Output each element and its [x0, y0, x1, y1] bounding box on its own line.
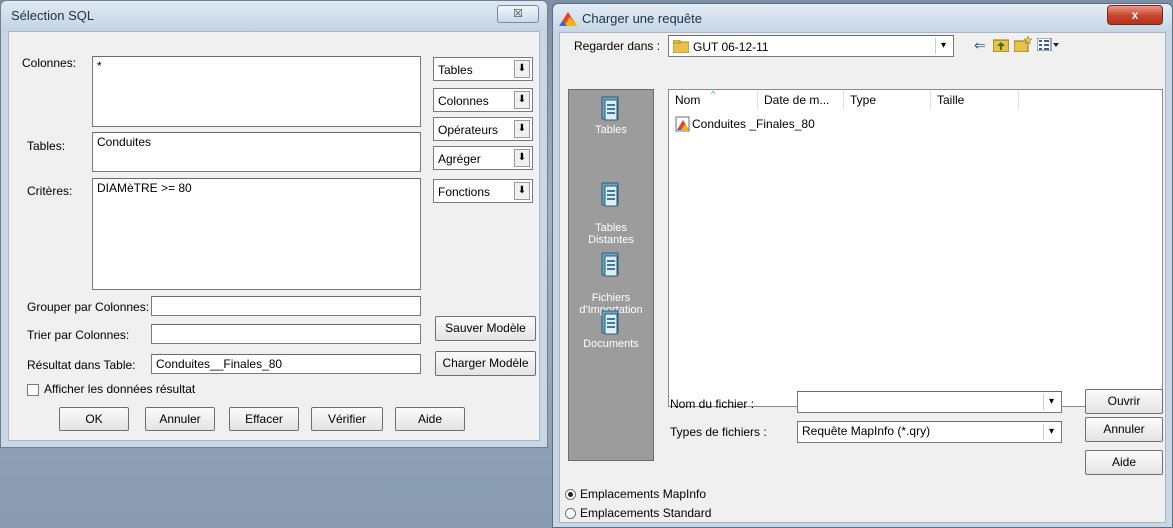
sql-window-client: Colonnes: * Tables: Conduites Critères: …	[8, 31, 540, 441]
filetype-value: Requête MapInfo (*.qry)	[802, 424, 931, 438]
sql-window-titlebar[interactable]: Sélection SQL ☒	[1, 1, 547, 31]
tables-field[interactable]: Conduites	[92, 132, 421, 172]
radio-emplacements-standard-label: Emplacements Standard	[580, 506, 712, 520]
place-documents-label: Documents	[583, 338, 639, 350]
load-window-title: Charger une requête	[582, 11, 702, 26]
cancel-button[interactable]: Annuler	[1085, 417, 1163, 442]
criteres-field[interactable]: DIAMèTRE >= 80	[92, 178, 421, 290]
chevron-down-icon[interactable]: ⬇	[514, 149, 530, 167]
help-button[interactable]: Aide	[395, 407, 465, 431]
up-folder-icon[interactable]	[993, 38, 1009, 52]
colonnes-label: Colonnes:	[22, 56, 77, 70]
fonctions-dropdown-text: Fonctions	[438, 185, 491, 199]
trier-field[interactable]	[151, 324, 421, 344]
back-arrow-icon[interactable]: ⇐	[974, 37, 986, 54]
colonnes-dropdown[interactable]: Colonnes ⬇	[433, 88, 533, 112]
ok-button[interactable]: OK	[59, 407, 129, 431]
tables-dropdown-text: Tables	[438, 63, 473, 77]
save-template-button[interactable]: Sauver Modèle	[435, 316, 536, 341]
file-name: Conduites _Finales_80	[692, 117, 815, 131]
agreger-dropdown[interactable]: Agréger ⬇	[433, 146, 533, 170]
fonctions-dropdown[interactable]: Fonctions ⬇	[433, 179, 533, 203]
chevron-down-icon[interactable]: ▾	[1043, 394, 1059, 410]
open-button[interactable]: Ouvrir	[1085, 389, 1163, 414]
trier-label: Trier par Colonnes:	[27, 328, 130, 342]
operateurs-dropdown[interactable]: Opérateurs ⬇	[433, 117, 533, 141]
query-file-icon	[675, 116, 690, 132]
tables-label: Tables:	[27, 139, 66, 153]
load-window-titlebar[interactable]: Charger une requête x	[553, 4, 1172, 32]
chevron-down-icon[interactable]: ⬇	[514, 60, 530, 78]
document-icon	[601, 310, 619, 335]
look-in-label: Regarder dans :	[574, 39, 661, 53]
file-list[interactable]: Nom ^ Date de m... Type Taille Conduites…	[668, 89, 1163, 407]
mapinfo-app-icon	[559, 12, 577, 26]
sql-window-title: Sélection SQL	[11, 8, 95, 23]
tables-dropdown[interactable]: Tables ⬇	[433, 57, 533, 81]
sort-ascending-icon: ^	[711, 89, 716, 99]
look-in-dropdown[interactable]: GUT 06-12-11 ▾	[668, 35, 954, 57]
column-header-type[interactable]: Type	[844, 90, 931, 110]
resultat-field[interactable]: Conduites__Finales_80	[151, 354, 421, 374]
filetype-label: Types de fichiers :	[670, 425, 767, 439]
grouper-field[interactable]	[151, 296, 421, 316]
radio-emplacements-mapinfo[interactable]	[565, 489, 576, 500]
place-tables[interactable]: Tables	[569, 96, 653, 136]
chevron-down-icon[interactable]: ⬇	[514, 120, 530, 138]
operateurs-dropdown-text: Opérateurs	[438, 123, 499, 137]
sql-selection-window: Sélection SQL ☒ Colonnes: * Tables: Cond…	[0, 0, 548, 448]
column-header-date[interactable]: Date de m...	[758, 90, 844, 110]
filename-label: Nom du fichier :	[670, 397, 755, 411]
sql-window-close-button[interactable]: ☒	[497, 5, 539, 23]
filename-input[interactable]: ▾	[797, 391, 1062, 413]
place-fichiers-importation[interactable]: Fichiers d'Importation	[569, 240, 653, 316]
view-menu-icon[interactable]	[1037, 38, 1059, 51]
load-window-client: Regarder dans : GUT 06-12-11 ▾ ⇐ Tables …	[559, 32, 1166, 523]
new-folder-icon[interactable]	[1014, 36, 1032, 52]
help-button[interactable]: Aide	[1085, 450, 1163, 475]
afficher-label: Afficher les données résultat	[44, 382, 196, 396]
column-header-size[interactable]: Taille	[931, 90, 1019, 110]
document-icon	[601, 252, 619, 277]
criteres-label: Critères:	[27, 184, 73, 198]
document-icon	[601, 182, 619, 207]
chevron-down-icon[interactable]: ⬇	[514, 91, 530, 109]
grouper-label: Grouper par Colonnes:	[27, 300, 150, 314]
place-tables-label: Tables	[595, 124, 627, 136]
afficher-checkbox[interactable]	[27, 384, 39, 396]
cancel-button[interactable]: Annuler	[145, 407, 215, 431]
radio-emplacements-standard[interactable]	[565, 508, 576, 519]
resultat-label: Résultat dans Table:	[27, 358, 136, 372]
look-in-value: GUT 06-12-11	[693, 40, 769, 54]
column-header-name-text: Nom	[675, 93, 701, 107]
close-icon[interactable]: x	[1107, 5, 1163, 25]
colonnes-field[interactable]: *	[92, 56, 421, 127]
load-template-button[interactable]: Charger Modèle	[435, 351, 536, 376]
verify-button[interactable]: Vérifier	[311, 407, 383, 431]
agreger-dropdown-text: Agréger	[438, 152, 481, 166]
chevron-down-icon[interactable]: ▾	[935, 38, 951, 54]
colonnes-dropdown-text: Colonnes	[438, 94, 489, 108]
radio-emplacements-mapinfo-label: Emplacements MapInfo	[580, 487, 707, 501]
chevron-down-icon[interactable]: ▾	[1043, 424, 1059, 440]
place-tables-distantes[interactable]: Tables Distantes	[569, 170, 653, 246]
places-bar: Tables Tables Distantes Fichiers d'Impor…	[568, 89, 654, 461]
filetype-select[interactable]: Requête MapInfo (*.qry) ▾	[797, 421, 1062, 443]
folder-icon	[673, 40, 689, 53]
column-header-name[interactable]: Nom ^	[669, 89, 758, 110]
clear-button[interactable]: Effacer	[229, 407, 299, 431]
document-icon	[601, 96, 619, 121]
load-query-window: Charger une requête x Regarder dans : GU…	[552, 3, 1173, 528]
place-documents[interactable]: Documents	[569, 310, 653, 350]
chevron-down-icon[interactable]: ⬇	[514, 182, 530, 200]
